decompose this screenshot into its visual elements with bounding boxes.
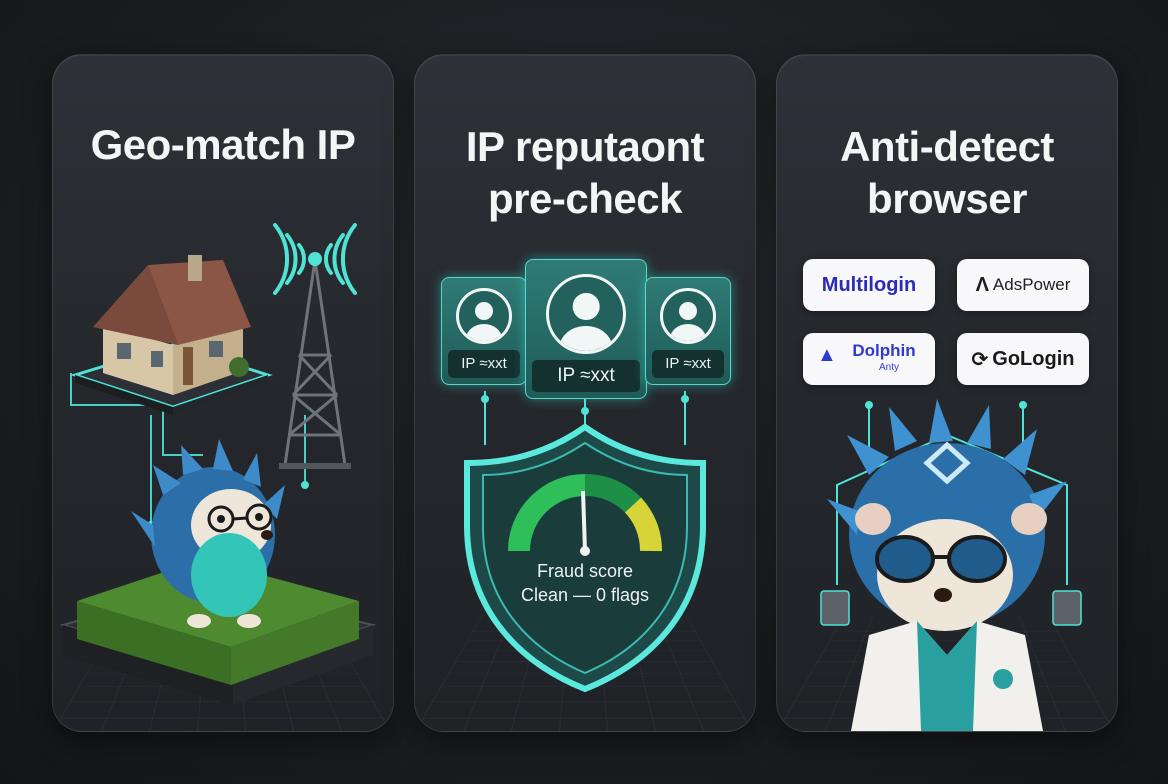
adspower-icon: Λ	[976, 274, 989, 297]
gologin-logo: ⟳ GoLogin	[957, 333, 1089, 385]
panel-title-anti-detect: Anti-detect browser	[777, 121, 1117, 225]
fraud-score-status: Clean — 0 flags	[415, 585, 755, 606]
floor-grid	[415, 616, 755, 731]
adspower-logo: Λ AdsPower	[957, 259, 1089, 311]
panel-geo-match: Geo-match IP	[52, 54, 394, 732]
panel-ip-reputation: IP reputaont pre-check IP ≈xxt IP ≈xxt I…	[414, 54, 756, 732]
dolphin-icon: ▲	[817, 347, 837, 364]
user-avatar-icon	[456, 288, 512, 344]
gauge-icon	[519, 485, 651, 556]
fraud-score-label: Fraud score	[415, 561, 755, 582]
profile-card-left: IP ≈xxt	[441, 277, 527, 385]
profile-card-center: IP ≈xxt	[525, 259, 647, 399]
multilogin-logo: Multilogin	[803, 259, 935, 311]
dolphin-anty-logo: ▲ Dolphin Anty	[803, 333, 935, 385]
profile-card-label: IP ≈xxt	[652, 350, 724, 378]
house-icon	[75, 255, 268, 415]
user-avatar-icon	[546, 274, 626, 354]
floor-grid	[777, 616, 1117, 731]
radio-tower-icon	[275, 225, 355, 469]
profile-card-right: IP ≈xxt	[645, 277, 731, 385]
panel-anti-detect: Anti-detect browser Multilogin Λ AdsPowe…	[776, 54, 1118, 732]
panel-title-ip-reputation: IP reputaont pre-check	[415, 121, 755, 225]
profile-card-label: IP ≈xxt	[532, 360, 640, 392]
geo-match-illustration	[53, 55, 393, 731]
user-avatar-icon	[660, 288, 716, 344]
gologin-icon: ⟳	[972, 347, 989, 372]
profile-card-label: IP ≈xxt	[448, 350, 520, 378]
